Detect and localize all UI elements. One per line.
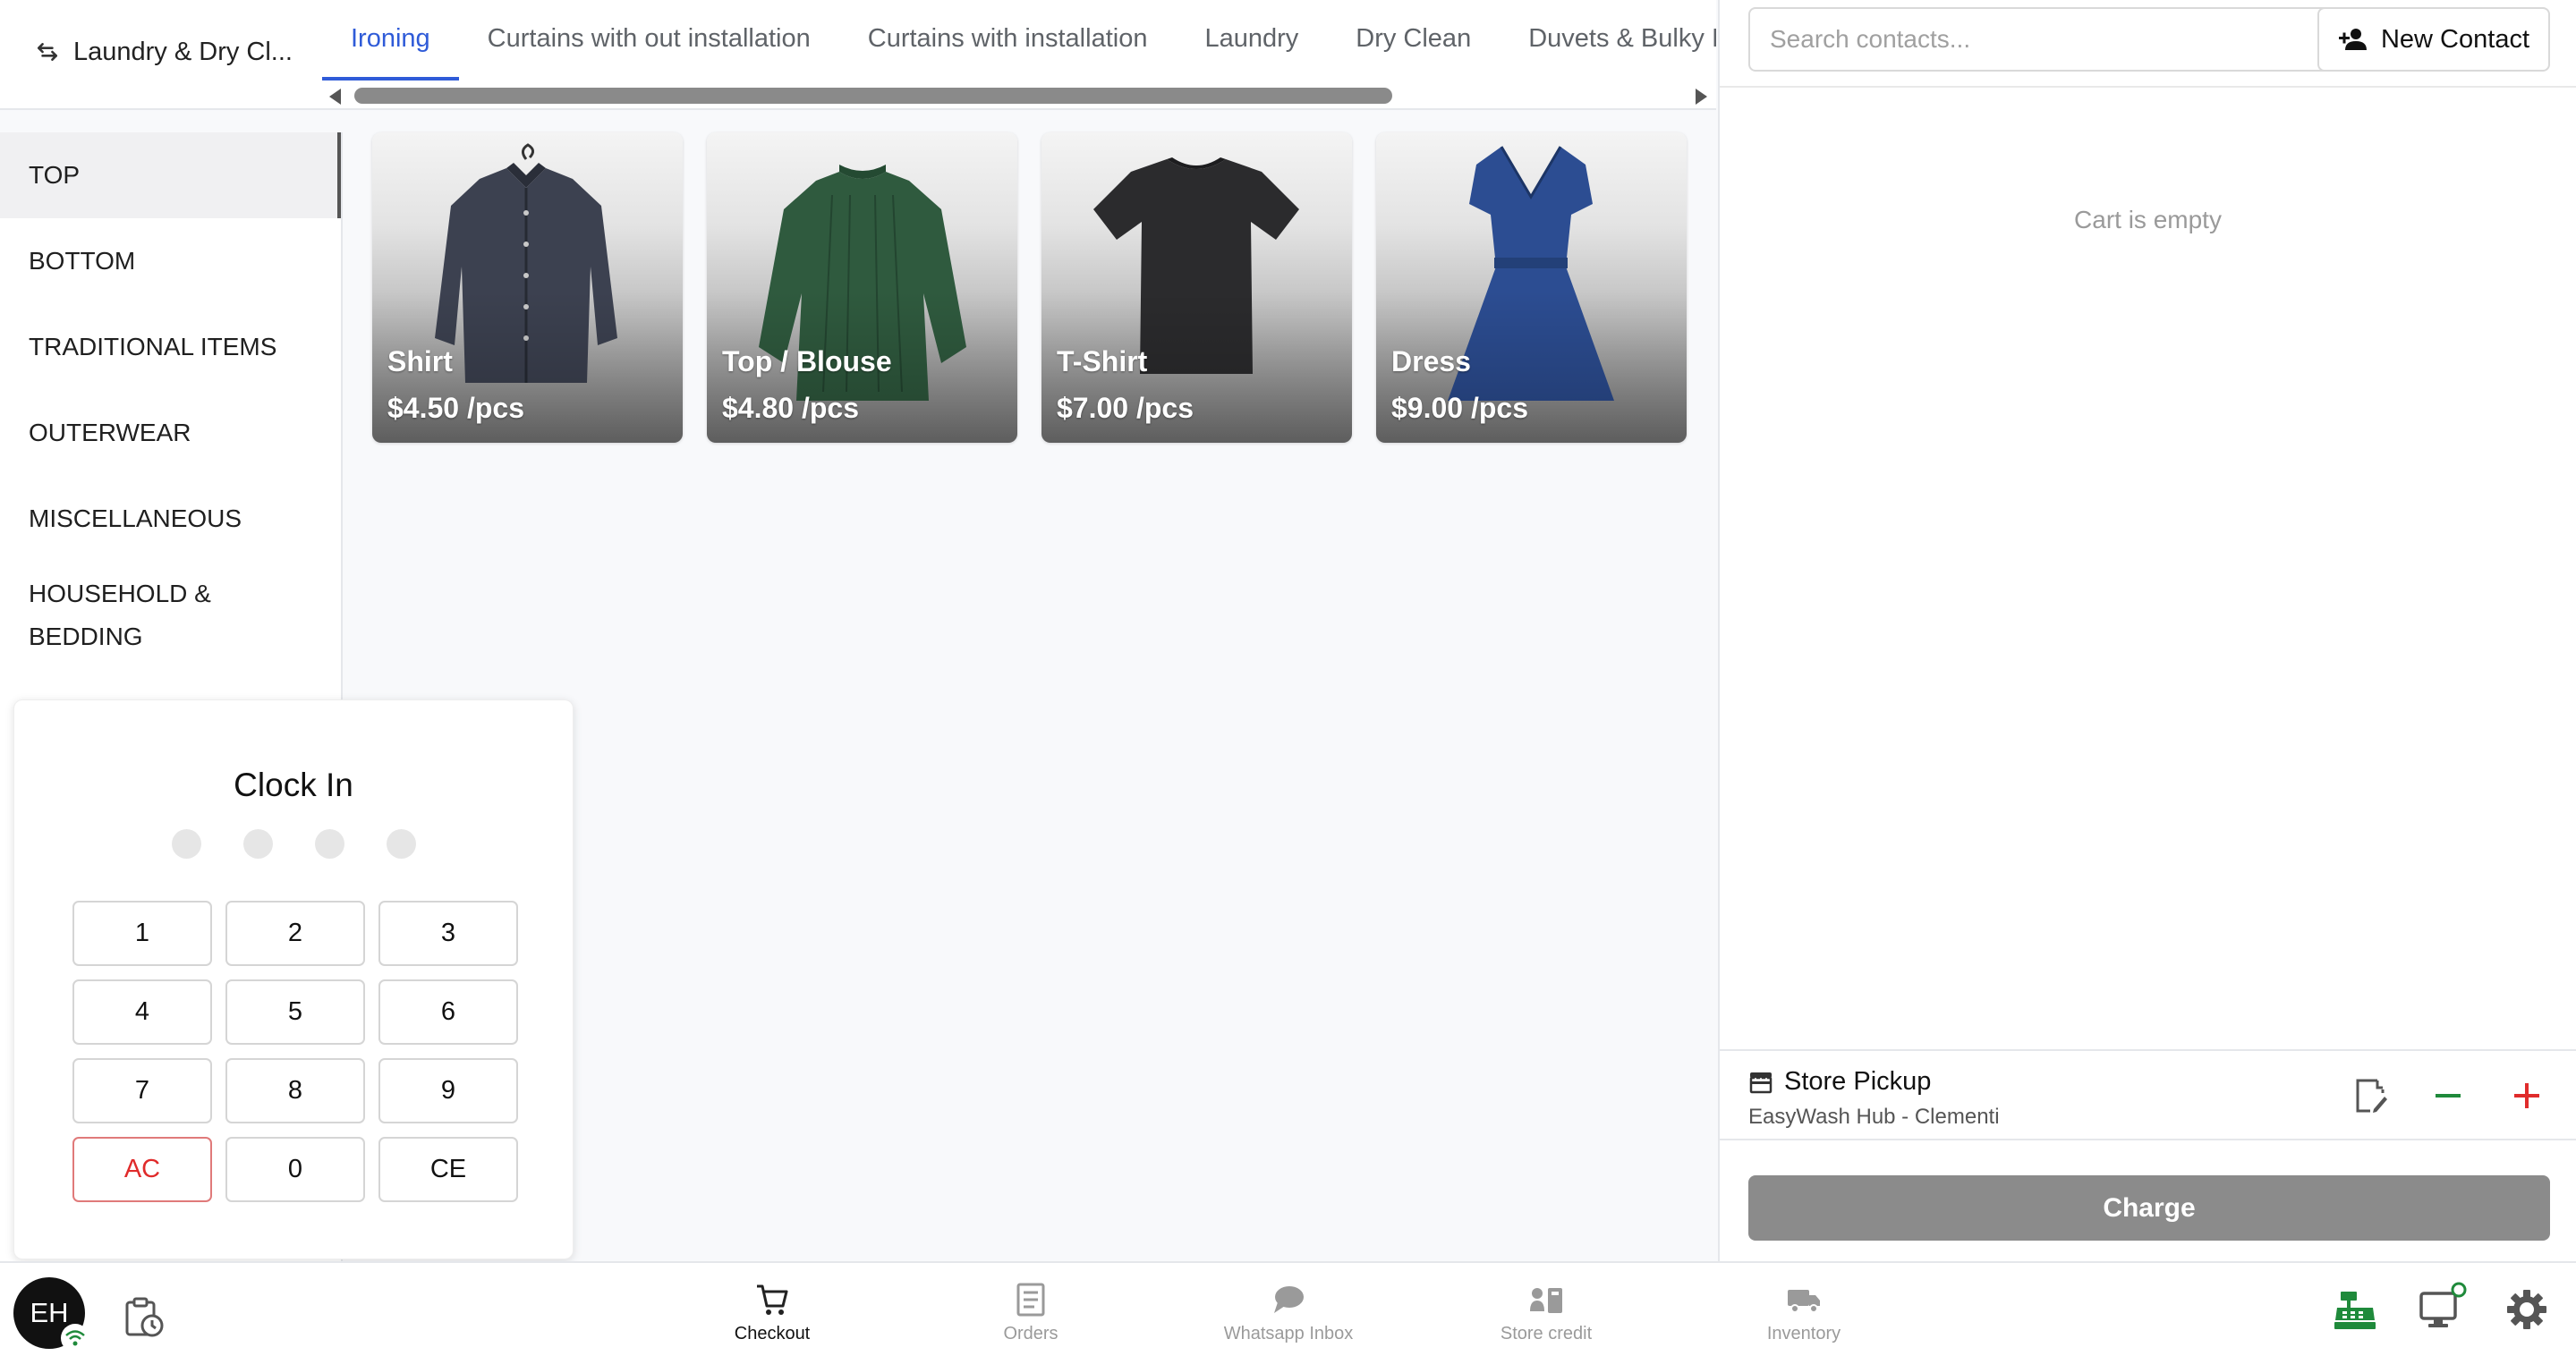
scroll-left-arrow-icon[interactable]	[329, 89, 341, 105]
category-topbar: Laundry & Dry Cl... Ironing Curtains with…	[0, 0, 1716, 110]
nav-store-credit[interactable]: Store credit	[1475, 1283, 1618, 1344]
cart-icon	[757, 1284, 788, 1315]
tab-duvets-bulky-items[interactable]: Duvets & Bulky Iten	[1500, 0, 1716, 79]
plus-icon	[2514, 1083, 2539, 1108]
catalog-panel: Laundry & Dry Cl... Ironing Curtains with…	[0, 0, 1716, 1261]
settings-gear-icon[interactable]	[2504, 1286, 2550, 1333]
product-name: Top / Blouse	[722, 345, 892, 377]
nav-inventory[interactable]: Inventory	[1732, 1283, 1875, 1344]
store-icon	[1749, 1072, 1773, 1093]
sidebar-item-household-bedding[interactable]: HOUSEHOLD & BEDDING	[0, 562, 268, 691]
sidebar-item-traditional-items[interactable]: TRADITIONAL ITEMS	[0, 304, 341, 390]
key-2[interactable]: 2	[225, 901, 365, 966]
key-clear-entry[interactable]: CE	[378, 1137, 518, 1202]
sidebar-item-miscellaneous[interactable]: MISCELLANEOUS	[0, 476, 341, 562]
store-switcher[interactable]: Laundry & Dry Cl...	[36, 34, 293, 70]
key-4[interactable]: 4	[72, 979, 212, 1045]
store-switcher-label: Laundry & Dry Cl...	[73, 37, 293, 66]
pin-dot	[315, 829, 344, 859]
pin-indicator	[172, 829, 416, 859]
cash-register-icon[interactable]	[2332, 1286, 2378, 1333]
key-7[interactable]: 7	[72, 1058, 212, 1123]
scrollbar-thumb[interactable]	[354, 88, 1392, 104]
pin-dot	[387, 829, 416, 859]
minus-icon	[2436, 1094, 2461, 1098]
swap-arrows-icon	[37, 43, 58, 61]
product-name: T-Shirt	[1057, 345, 1148, 377]
truck-icon	[1788, 1290, 1820, 1313]
key-8[interactable]: 8	[225, 1058, 365, 1123]
charge-button[interactable]: Charge	[1748, 1175, 2550, 1241]
product-price: $4.50 /pcs	[387, 392, 524, 424]
wifi-icon	[61, 1324, 89, 1352]
pos-app: Laundry & Dry Cl... Ironing Curtains with…	[0, 0, 2576, 1356]
product-name: Shirt	[387, 345, 453, 377]
edit-note-icon	[2356, 1079, 2387, 1113]
nav-checkout-label: Checkout	[734, 1324, 811, 1343]
product-card-shirt[interactable]: Shirt $4.50 /pcs	[372, 132, 683, 443]
divider	[1720, 86, 2576, 88]
nav-checkout[interactable]: Checkout	[701, 1283, 844, 1344]
pin-dot	[243, 829, 273, 859]
tab-curtains-without-installation[interactable]: Curtains with out installation	[459, 0, 839, 79]
key-all-clear[interactable]: AC	[72, 1137, 212, 1202]
orders-icon	[1016, 1283, 1045, 1317]
bottom-bar: EH Checkout Orders Whatsapp Inbox Store …	[0, 1261, 2576, 1356]
nav-whatsapp-inbox-label: Whatsapp Inbox	[1223, 1324, 1354, 1343]
nav-orders-label: Orders	[1003, 1324, 1058, 1343]
pin-keypad: 1 2 3 4 5 6 7 8 9 AC 0 CE	[72, 901, 518, 1202]
tab-ironing[interactable]: Ironing	[322, 0, 459, 81]
sidebar-item-outerwear[interactable]: OUTERWEAR	[0, 390, 341, 476]
service-tabs: Ironing Curtains with out installation Cur…	[322, 0, 1716, 82]
product-name: Dress	[1391, 345, 1471, 377]
clock-in-panel: Clock In 1 2 3 4 5 6 7 8 9 AC 0 CE	[13, 699, 574, 1259]
product-price: $9.00 /pcs	[1391, 392, 1528, 424]
tabs-scrollbar[interactable]	[322, 86, 1716, 106]
edit-note-button[interactable]	[2342, 1069, 2396, 1123]
tab-dry-clean[interactable]: Dry Clean	[1327, 0, 1500, 79]
clipboard-history-icon[interactable]	[122, 1295, 165, 1338]
key-3[interactable]: 3	[378, 901, 518, 966]
key-0[interactable]: 0	[225, 1137, 365, 1202]
fulfillment-section: Store Pickup EasyWash Hub - Clementi	[1720, 1049, 2576, 1140]
clock-in-title: Clock In	[234, 767, 353, 803]
decrease-button[interactable]	[2421, 1069, 2475, 1123]
nav-whatsapp-inbox[interactable]: Whatsapp Inbox	[1217, 1283, 1360, 1344]
nav-orders[interactable]: Orders	[959, 1283, 1102, 1344]
increase-button[interactable]	[2500, 1069, 2554, 1123]
product-card-dress[interactable]: Dress $9.00 /pcs	[1376, 132, 1687, 443]
key-5[interactable]: 5	[225, 979, 365, 1045]
product-price: $4.80 /pcs	[722, 392, 859, 424]
add-person-icon	[2338, 29, 2367, 50]
key-1[interactable]: 1	[72, 901, 212, 966]
user-initials: EH	[30, 1297, 69, 1328]
pickup-location: EasyWash Hub - Clementi	[1748, 1105, 2000, 1129]
new-contact-button[interactable]: New Contact	[2317, 7, 2550, 72]
product-price: $7.00 /pcs	[1057, 392, 1194, 424]
search-contacts-input[interactable]	[1748, 7, 2332, 72]
tab-laundry[interactable]: Laundry	[1176, 0, 1327, 79]
tab-curtains-with-installation[interactable]: Curtains with installation	[839, 0, 1177, 79]
sidebar-item-top[interactable]: TOP	[0, 132, 341, 218]
product-card-blouse[interactable]: Top / Blouse $4.80 /pcs	[707, 132, 1017, 443]
product-card-tshirt[interactable]: T-Shirt $7.00 /pcs	[1041, 132, 1352, 443]
nav-store-credit-label: Store credit	[1500, 1324, 1593, 1343]
nav-inventory-label: Inventory	[1766, 1324, 1841, 1343]
cart-empty-message: Cart is empty	[2074, 206, 2222, 233]
cart-panel: New Contact Cart is empty Store Pickup E…	[1718, 0, 2576, 1261]
key-9[interactable]: 9	[378, 1058, 518, 1123]
key-6[interactable]: 6	[378, 979, 518, 1045]
fulfillment-method[interactable]: Store Pickup	[1748, 1067, 1931, 1097]
chat-icon	[1274, 1286, 1304, 1313]
product-grid: Shirt $4.50 /pcs Top / Blouse $4.80 /pcs	[372, 132, 1687, 443]
pin-dot	[172, 829, 201, 859]
customer-display-icon[interactable]	[2418, 1281, 2470, 1333]
scroll-right-arrow-icon[interactable]	[1696, 89, 1707, 105]
fulfillment-method-label: Store Pickup	[1784, 1067, 1932, 1096]
new-contact-label: New Contact	[2380, 24, 2529, 54]
sidebar-item-bottom[interactable]: BOTTOM	[0, 218, 341, 304]
store-credit-icon	[1530, 1288, 1562, 1313]
